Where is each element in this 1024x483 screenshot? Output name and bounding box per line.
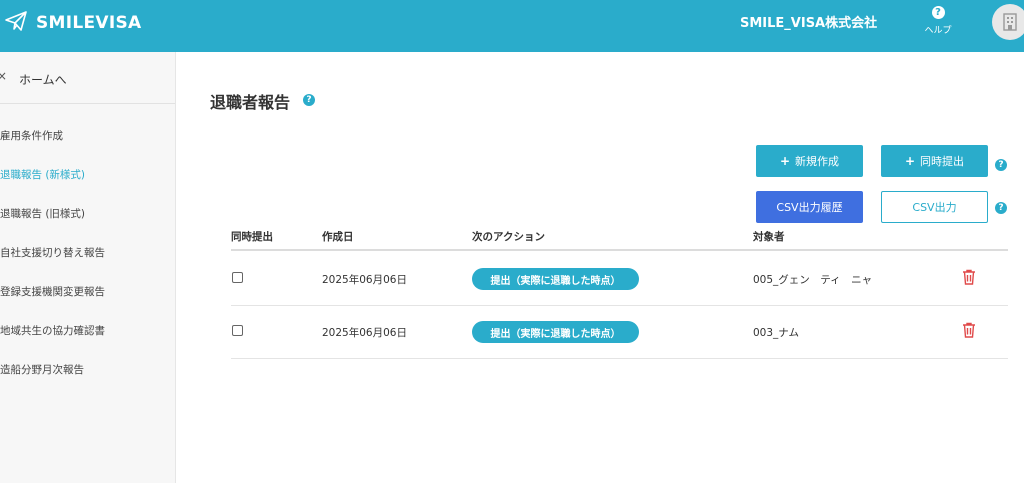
row-created-date: 2025年06月06日: [322, 274, 407, 286]
sidebar-item-employment-conditions[interactable]: 雇用条件作成: [0, 128, 63, 148]
help-button[interactable]: ? ヘルプ: [918, 6, 958, 36]
bulk-submit-label: 同時提出: [920, 155, 965, 168]
sidebar-item-self-support-switch[interactable]: 自社支援切り替え報告: [0, 245, 105, 265]
plus-icon: +: [779, 154, 791, 168]
home-label: ホームへ: [19, 73, 67, 87]
csv-history-button[interactable]: CSV出力履歴: [756, 191, 863, 223]
row-divider: [231, 305, 1008, 306]
next-action-button[interactable]: 提出（実際に退職した時点）: [472, 268, 639, 290]
top-header: SMILEVISA SMILE_VISA株式会社 ? ヘルプ: [0, 0, 1024, 52]
plus-icon: +: [904, 154, 916, 168]
sidebar-item-resignation-new[interactable]: 退職報告 (新様式): [0, 167, 85, 187]
building-icon: [1003, 13, 1017, 31]
sidebar: × ホームへ 雇用条件作成 退職報告 (新様式) 退職報告 (旧様式) 自社支援…: [0, 52, 176, 483]
page-title: 退職者報告: [210, 93, 291, 112]
back-icon: ×: [0, 69, 8, 83]
paper-plane-icon: [4, 9, 28, 37]
column-header-created-date: 作成日: [322, 231, 354, 243]
next-action-button[interactable]: 提出（実際に退職した時点）: [472, 321, 639, 343]
column-header-target-person: 対象者: [753, 231, 785, 243]
row-target-person: 005_グェン ティ ニャ: [753, 274, 873, 286]
row-checkbox[interactable]: [232, 325, 243, 336]
column-header-next-action: 次のアクション: [472, 231, 545, 243]
bulk-submit-help-icon[interactable]: ?: [995, 159, 1007, 171]
trash-icon[interactable]: [962, 269, 976, 285]
sidebar-item-shipbuilding-monthly[interactable]: 造船分野月次報告: [0, 362, 84, 382]
company-name: SMILE_VISA株式会社: [740, 16, 878, 31]
new-create-label: 新規作成: [795, 155, 840, 168]
bulk-submit-button[interactable]: + 同時提出: [881, 145, 988, 177]
sidebar-item-resignation-old[interactable]: 退職報告 (旧様式): [0, 206, 85, 226]
table-header-divider: [231, 249, 1008, 251]
app-logo[interactable]: SMILEVISA: [4, 9, 142, 37]
app-name: SMILEVISA: [36, 13, 142, 33]
csv-export-button[interactable]: CSV出力: [881, 191, 988, 223]
row-target-person: 003_ナム: [753, 327, 799, 339]
csv-export-label: CSV出力: [912, 201, 957, 214]
csv-export-help-icon[interactable]: ?: [995, 202, 1007, 214]
row-checkbox[interactable]: [232, 272, 243, 283]
title-help-icon[interactable]: ?: [303, 94, 315, 106]
home-link[interactable]: × ホームへ: [0, 52, 175, 104]
help-label: ヘルプ: [924, 26, 952, 36]
next-action-label: 提出（実際に退職した時点）: [490, 275, 621, 287]
next-action-label: 提出（実際に退職した時点）: [490, 328, 621, 340]
sidebar-item-regional-cooperation[interactable]: 地域共生の協力確認書: [0, 323, 105, 343]
trash-icon[interactable]: [962, 322, 976, 338]
csv-history-label: CSV出力履歴: [776, 201, 843, 214]
new-create-button[interactable]: + 新規作成: [756, 145, 863, 177]
row-divider: [231, 358, 1008, 359]
user-avatar[interactable]: [992, 4, 1024, 40]
question-icon: ?: [931, 6, 945, 19]
sidebar-item-support-org-change[interactable]: 登録支援機関変更報告: [0, 284, 105, 304]
column-header-bulk-submit: 同時提出: [231, 231, 273, 243]
row-created-date: 2025年06月06日: [322, 327, 407, 339]
